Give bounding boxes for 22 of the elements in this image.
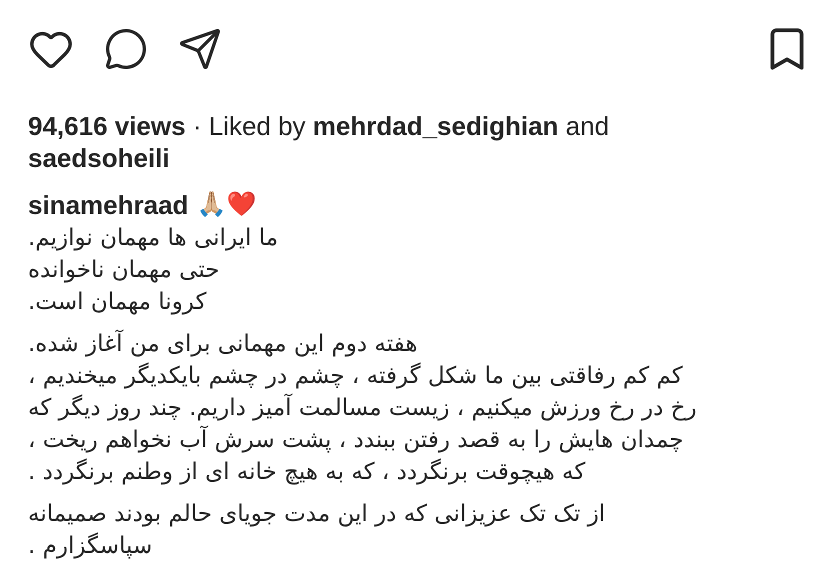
caption-line: ما ایرانی ها مهمان نوازیم. — [28, 224, 280, 253]
send-icon — [178, 27, 222, 71]
views-count: 94,616 views — [28, 111, 186, 141]
caption-line: هفته دوم این مهمانی برای من آغاز شده. — [28, 328, 418, 359]
liked-by-label: Liked by — [208, 111, 306, 141]
comment-button[interactable] — [104, 27, 148, 71]
caption-line: کرونا مهمان است. — [28, 288, 208, 317]
comment-icon — [104, 27, 148, 71]
author-username[interactable]: sinamehraad — [28, 188, 188, 222]
caption-line: چمدان هایش را به قصد رفتن ببندد ، پشت سرش آب نخواهم ریخت ، — [28, 424, 684, 455]
share-button[interactable] — [178, 27, 222, 71]
emoji-text: 🙏🏼❤ — [196, 190, 256, 220]
caption-line: سپاسگزارم . — [28, 532, 154, 561]
liked-by-username[interactable]: saedsoheili — [28, 143, 170, 173]
and-label: and — [566, 111, 610, 141]
caption-line: که هیچوقت برنگردد ، که به هیچ خانه ای از وطنم برنگردد . — [28, 458, 586, 487]
separator-dot: · — [192, 111, 202, 141]
caption-line: از تک تک عزیزانی که در این مدت جویای حالم بودند صمیمانه — [28, 500, 606, 529]
caption-line: کم کم رفاقتی بین ما شکل گرفته ، چشم در چشم بایکدیگر میخندیم ، — [28, 362, 684, 391]
liked-by-username[interactable]: mehrdad_sedighian — [312, 111, 558, 141]
caption-line: حتی مهمان ناخوانده — [28, 256, 220, 285]
caption-line: رخ در رخ ورزش میکنیم ، زیست مسالمت آمیز داریم. چند روز دیگر که — [28, 392, 698, 423]
